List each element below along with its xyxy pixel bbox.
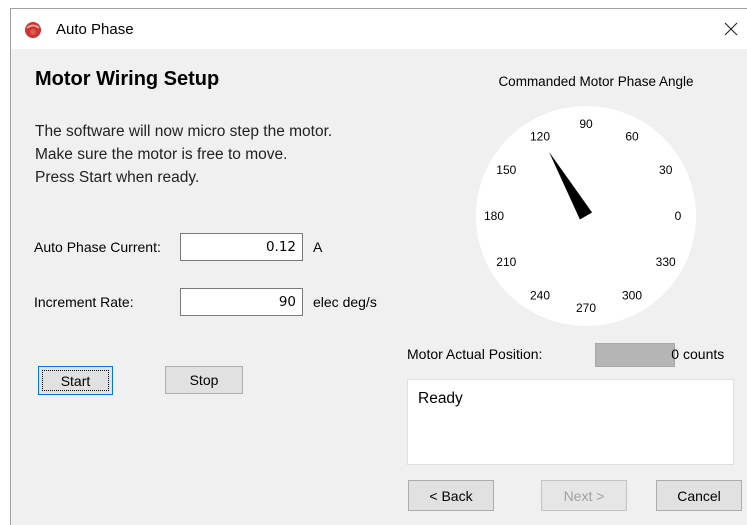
- phase-angle-dial: 0 30 60 90 120 150 180 210 240 270 300 330: [476, 106, 696, 326]
- next-button: Next >: [541, 480, 627, 511]
- position-unit: counts: [683, 346, 725, 362]
- dial-label-180: 180: [484, 209, 504, 223]
- stop-button[interactable]: Stop: [165, 366, 243, 394]
- dial-label-120: 120: [530, 129, 550, 143]
- dial-label-300: 300: [622, 289, 642, 303]
- dial-label-330: 330: [656, 255, 676, 269]
- position-value: 0: [671, 346, 679, 362]
- close-icon: [724, 22, 738, 36]
- dial-label-210: 210: [496, 255, 516, 269]
- app-logo-icon: [25, 22, 41, 38]
- close-button[interactable]: [717, 15, 745, 43]
- status-log: Ready: [407, 379, 734, 465]
- instruction-line-3: Press Start when ready.: [35, 169, 200, 186]
- instruction-line-1: The software will now micro step the mot…: [35, 123, 333, 140]
- position-label: Motor Actual Position:: [407, 346, 543, 362]
- start-button[interactable]: Start: [38, 366, 113, 395]
- status-text: Ready: [418, 390, 463, 407]
- cancel-button[interactable]: Cancel: [656, 480, 742, 511]
- current-label: Auto Phase Current:: [34, 239, 161, 255]
- dial-label-270: 270: [576, 301, 596, 315]
- dial-label-240: 240: [530, 289, 550, 303]
- dial-title: Commanded Motor Phase Angle: [498, 74, 694, 89]
- instruction-line-2: Make sure the motor is free to move.: [35, 146, 288, 163]
- auto-phase-dialog: Auto Phase Motor Wiring Setup The softwa…: [10, 8, 747, 525]
- window-title: Auto Phase: [56, 21, 134, 38]
- current-unit: A: [313, 239, 323, 255]
- title-bar: Auto Phase: [11, 9, 747, 49]
- rate-label: Increment Rate:: [34, 294, 134, 310]
- dial-label-0: 0: [675, 209, 682, 223]
- rate-unit: elec deg/s: [313, 294, 377, 310]
- dial-label-150: 150: [496, 163, 516, 177]
- dial-label-30: 30: [659, 163, 673, 177]
- rate-input[interactable]: [180, 288, 303, 316]
- back-button[interactable]: < Back: [408, 480, 494, 511]
- dial-label-90: 90: [579, 117, 593, 131]
- dial-label-60: 60: [625, 129, 639, 143]
- current-input[interactable]: [180, 233, 303, 261]
- page-heading: Motor Wiring Setup: [35, 68, 220, 90]
